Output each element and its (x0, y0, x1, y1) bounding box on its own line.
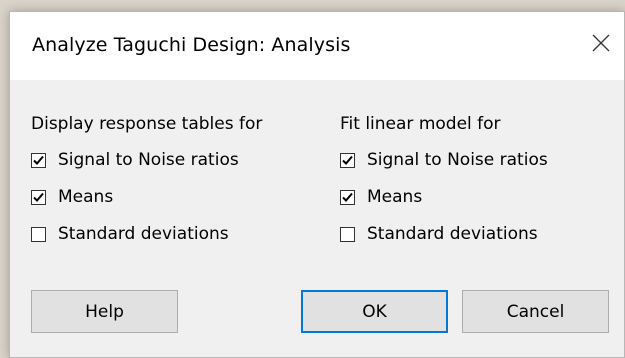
display-means-checkbox[interactable] (31, 189, 46, 205)
display-response-tables-group: Display response tables for Signal to No… (31, 114, 262, 261)
display-means-option[interactable]: Means (31, 187, 262, 207)
fit-sn-ratios-label: Signal to Noise ratios (367, 150, 548, 170)
display-std-dev-option[interactable]: Standard deviations (31, 224, 262, 244)
checkmark-icon (342, 155, 353, 165)
close-icon[interactable] (578, 20, 624, 66)
fit-linear-model-group: Fit linear model for Signal to Noise rat… (340, 114, 548, 261)
fit-std-dev-option[interactable]: Standard deviations (340, 224, 548, 244)
fit-means-checkbox[interactable] (340, 189, 355, 205)
fit-std-dev-label: Standard deviations (367, 224, 538, 244)
fit-sn-ratios-option[interactable]: Signal to Noise ratios (340, 150, 548, 170)
title-bar: Analyze Taguchi Design: Analysis (10, 12, 624, 80)
display-sn-ratios-option[interactable]: Signal to Noise ratios (31, 150, 262, 170)
fit-std-dev-checkbox[interactable] (340, 226, 355, 242)
dialog-content: Display response tables for Signal to No… (10, 80, 624, 357)
window-title: Analyze Taguchi Design: Analysis (32, 34, 351, 56)
ok-button[interactable]: OK (301, 290, 448, 333)
fit-sn-ratios-checkbox[interactable] (340, 152, 355, 168)
analysis-dialog: Analyze Taguchi Design: Analysis Display… (9, 11, 625, 358)
display-std-dev-checkbox[interactable] (31, 226, 46, 242)
checkmark-icon (33, 192, 44, 202)
cancel-button[interactable]: Cancel (462, 290, 609, 333)
help-button[interactable]: Help (31, 290, 178, 333)
checkmark-icon (33, 155, 44, 165)
display-sn-ratios-label: Signal to Noise ratios (58, 150, 239, 170)
fit-means-label: Means (367, 187, 423, 207)
checkmark-icon (342, 192, 353, 202)
fit-means-option[interactable]: Means (340, 187, 548, 207)
display-sn-ratios-checkbox[interactable] (31, 152, 46, 168)
display-group-heading: Display response tables for (31, 114, 263, 134)
display-std-dev-label: Standard deviations (58, 224, 229, 244)
display-means-label: Means (58, 187, 114, 207)
fit-group-heading: Fit linear model for (340, 114, 501, 134)
